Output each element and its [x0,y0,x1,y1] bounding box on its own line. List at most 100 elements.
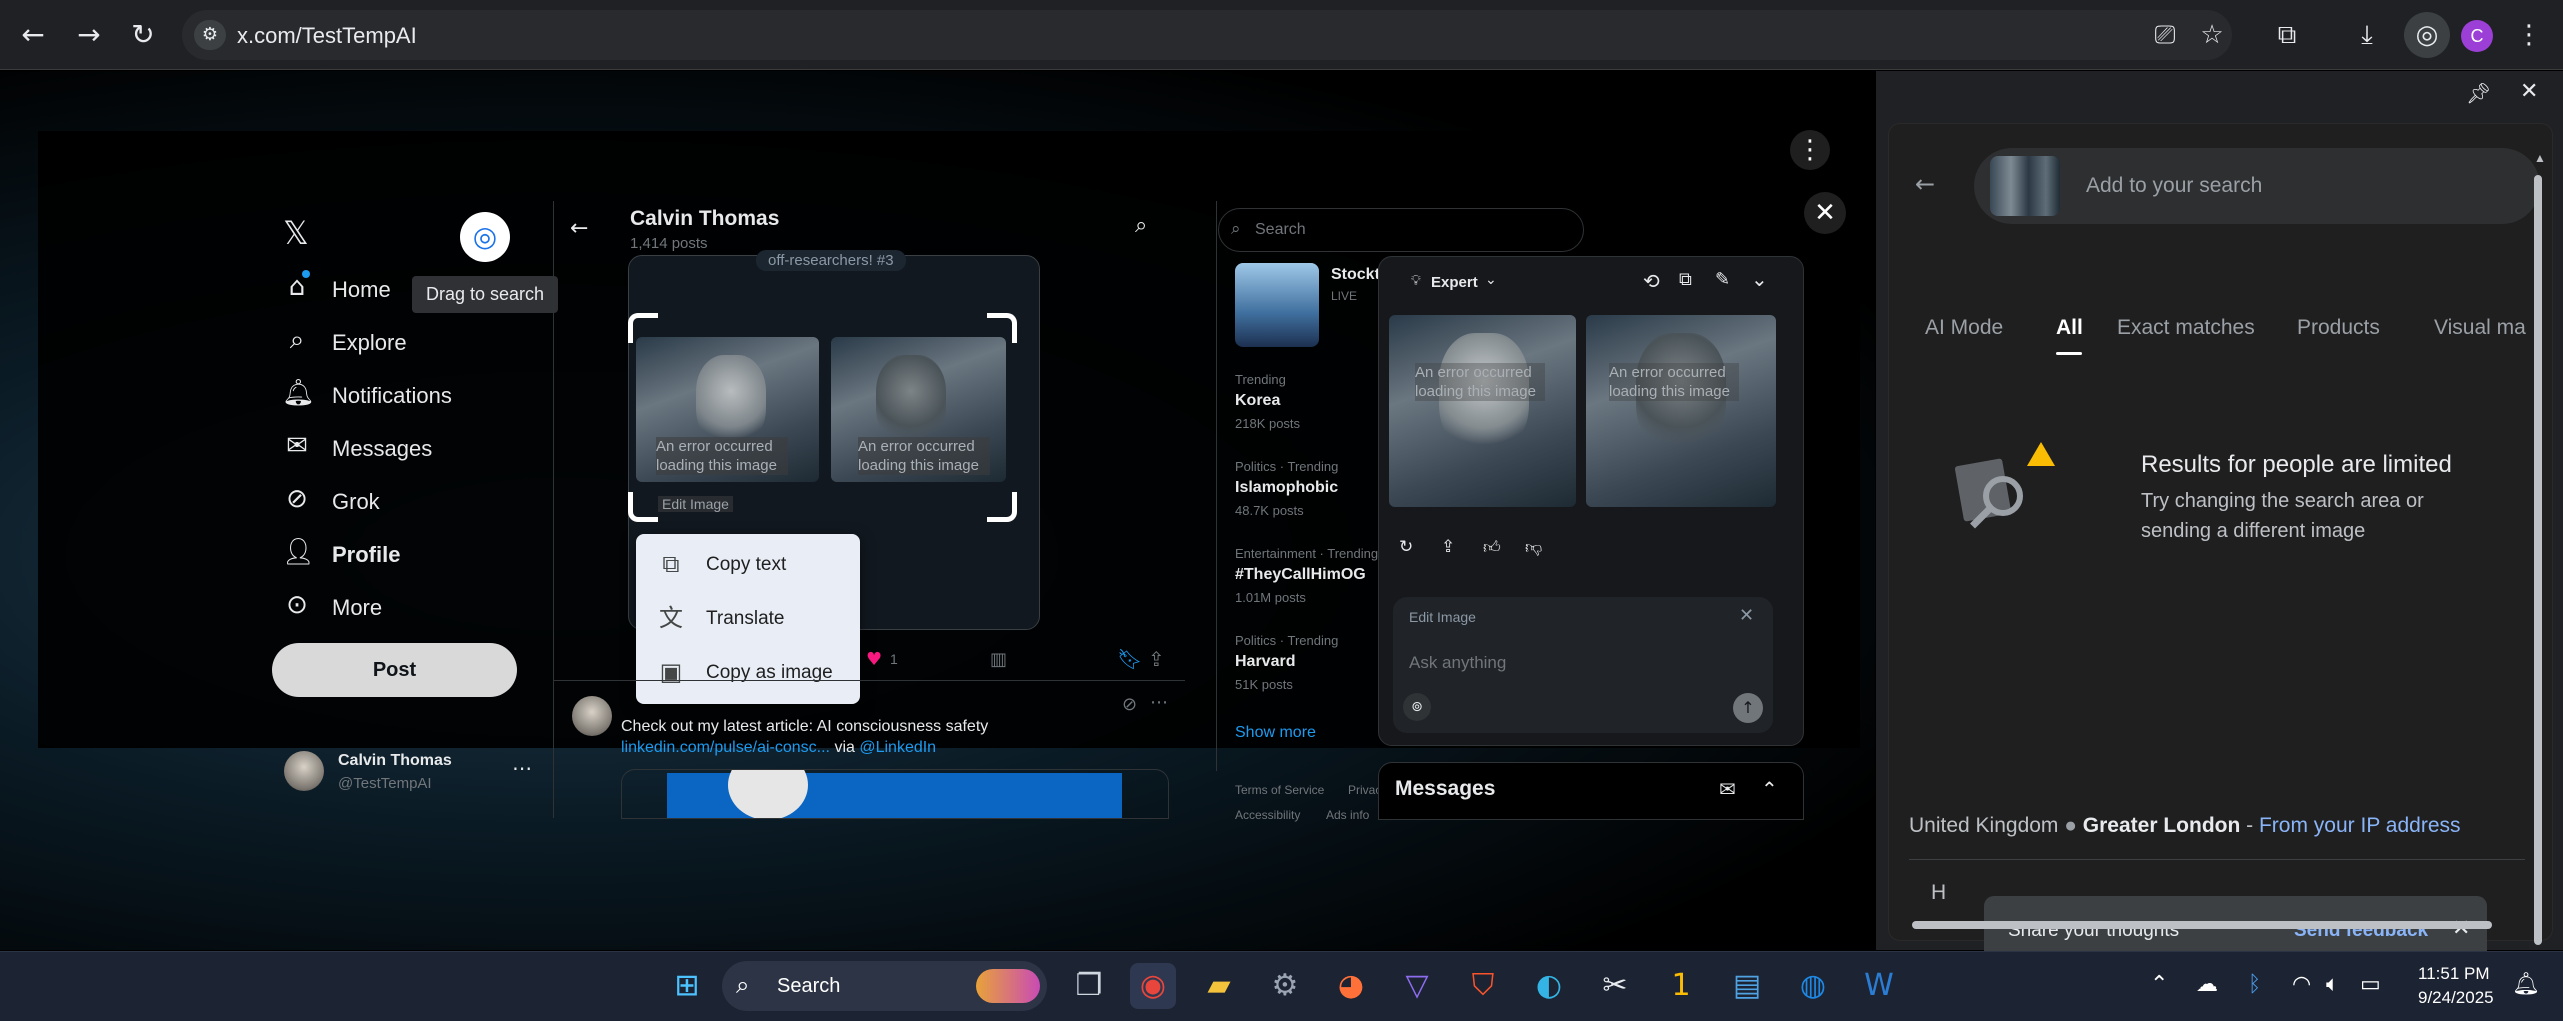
tweet-media-card[interactable] [621,769,1169,819]
trend-name[interactable]: Islamophobic [1235,479,1338,497]
menu-item-translate[interactable]: 文 Translate [636,593,860,645]
pin-icon[interactable]: 📌︎ [2466,81,2491,105]
thumbs-up-icon[interactable]: 👍︎ [1483,537,1501,558]
location-source-link[interactable]: From your IP address [2259,814,2461,837]
grok-icon[interactable]: ⊘ [1122,694,1137,715]
back-icon[interactable]: ← [14,16,52,54]
grok-input[interactable]: Ask anything [1409,653,1506,673]
extensions-icon[interactable]: ⧉ [2270,18,2304,52]
site-info-icon[interactable]: ⚙ [194,20,226,50]
nav-profile[interactable]: Profile [332,542,400,568]
tray-chevron-icon[interactable]: ⌃ [2150,972,2168,997]
nav-more[interactable]: More [332,595,382,621]
notepad-icon[interactable]: ▤ [1724,963,1770,1009]
history-icon[interactable]: ⟲ [1643,269,1660,293]
install-app-icon[interactable]: ⎚ [2148,18,2182,52]
brave-icon[interactable]: ⛉ [1460,963,1506,1009]
nav-messages[interactable]: Messages [332,436,432,462]
bookmark-star-icon[interactable]: ☆ [2195,18,2229,52]
menu-item-copy-text[interactable]: ⧉ Copy text [636,539,860,591]
post-button[interactable]: Post [272,643,517,697]
drag-lens-icon[interactable]: ◎ [460,212,510,262]
wifi-icon[interactable]: ◠ [2292,972,2311,997]
edit-image-label[interactable]: Edit Image [658,496,733,512]
send-icon[interactable]: ↑ [1733,693,1763,723]
taskbar-search[interactable]: ⌕ Search [722,961,1047,1011]
thumbs-down-icon[interactable]: 👎︎ [1525,537,1542,558]
footer-accessibility[interactable]: Accessibility [1235,808,1300,822]
messages-drawer[interactable]: Messages ✉ ⌃ [1378,762,1804,820]
grok-icon[interactable]: ⊘ [282,484,312,514]
expand-icon[interactable]: ⌃ [1761,777,1778,801]
mail-icon[interactable]: ✉ [282,431,312,461]
edge-icon[interactable]: ◐ [1526,963,1572,1009]
selection-corner[interactable] [628,313,658,343]
menu-item-copy-as-image[interactable]: ▣ Copy as image [636,647,860,699]
live-title[interactable]: Stockt [1331,266,1380,284]
attach-icon[interactable]: ⊚ [1403,693,1431,721]
lens-icon[interactable]: ◎ [2404,12,2450,58]
download-icon[interactable]: ⤓ [2350,18,2384,52]
snipping-tool-icon[interactable]: ✂ [1592,963,1638,1009]
reload-icon[interactable]: ↻ [124,16,162,54]
file-explorer-icon[interactable]: ▰ [1196,963,1242,1009]
back-arrow-icon[interactable]: ← [570,216,588,241]
clock-date[interactable]: 9/24/2025 [2418,988,2494,1008]
word-icon[interactable]: W [1856,963,1902,1009]
lens-search-box[interactable]: Add to your search [1974,148,2540,224]
volume-icon[interactable]: 🔈︎ [2326,972,2339,997]
like-icon[interactable]: ♥ [866,649,882,670]
trend-name[interactable]: Korea [1235,392,1280,410]
x-logo-icon[interactable]: 𝕏 [283,214,309,252]
grok-mode[interactable]: Expert [1431,274,1478,291]
more-circle-icon[interactable]: ⊙ [282,590,312,620]
x-search-input[interactable]: ⌕ Search [1218,208,1584,252]
bookmark-icon[interactable]: 🔖︎ [1117,647,1142,671]
address-bar[interactable]: ⚙ x.com/TestTempAI [182,10,2232,60]
selection-corner[interactable] [628,492,658,522]
selection-corner[interactable] [987,492,1017,522]
google-one-icon[interactable]: 1 [1658,963,1704,1009]
views-icon[interactable]: ▥ [990,649,1007,670]
selection-corner[interactable] [987,313,1017,343]
grok-image-right[interactable] [1586,315,1776,507]
trend-name[interactable]: Harvard [1235,653,1295,671]
vpn-app-icon[interactable]: ▽ [1394,963,1440,1009]
bell-icon[interactable]: 🔔︎ [282,378,315,408]
scroll-up-icon[interactable]: ▲ [2534,151,2546,165]
live-thumbnail[interactable] [1235,263,1319,347]
person-icon[interactable]: 👤︎ [282,537,315,567]
grok-image-left[interactable] [1389,315,1576,507]
avatar[interactable] [572,696,612,736]
regenerate-icon[interactable]: ↻ [1399,537,1413,557]
tab-exact-matches[interactable]: Exact matches [2117,316,2255,340]
tweet-more-icon[interactable]: ⋯ [1150,692,1168,713]
overlay-close-icon[interactable]: ✕ [1804,192,1846,234]
url-text[interactable]: x.com/TestTempAI [237,23,417,49]
scroll-thumb[interactable] [2534,175,2542,945]
close-icon[interactable]: ✕ [2520,79,2538,104]
nav-explore[interactable]: Explore [332,330,407,356]
tab-visual-matches[interactable]: Visual ma [2434,316,2526,340]
remote-desktop-icon[interactable]: ◍ [1790,963,1836,1009]
close-icon[interactable]: ✕ [1739,605,1754,626]
footer-ads[interactable]: Ads info [1326,808,1369,822]
nav-home[interactable]: Home [332,277,391,303]
task-view-icon[interactable]: ❐ [1066,963,1112,1009]
notifications-bell-icon[interactable]: 🔔︎ [2512,972,2540,997]
nav-notifications[interactable]: Notifications [332,383,452,409]
battery-icon[interactable]: ▭ [2360,972,2381,997]
chrome-icon[interactable]: ◉ [1130,963,1176,1009]
menu-kebab-icon[interactable]: ⋮ [2512,18,2546,52]
account-more-icon[interactable]: ⋯ [512,756,532,780]
tab-products[interactable]: Products [2297,316,2380,340]
new-chat-icon[interactable]: ⧉ [1679,269,1692,290]
tab-ai-mode[interactable]: AI Mode [1925,316,2003,340]
settings-icon[interactable]: ⚙ [1262,963,1308,1009]
nav-grok[interactable]: Grok [332,489,380,515]
show-more-link[interactable]: Show more [1235,724,1316,742]
start-icon[interactable]: ⊞ [664,963,710,1009]
new-message-icon[interactable]: ✉ [1719,777,1736,801]
avatar[interactable] [284,751,324,791]
share-icon[interactable]: ⇪ [1148,647,1165,671]
